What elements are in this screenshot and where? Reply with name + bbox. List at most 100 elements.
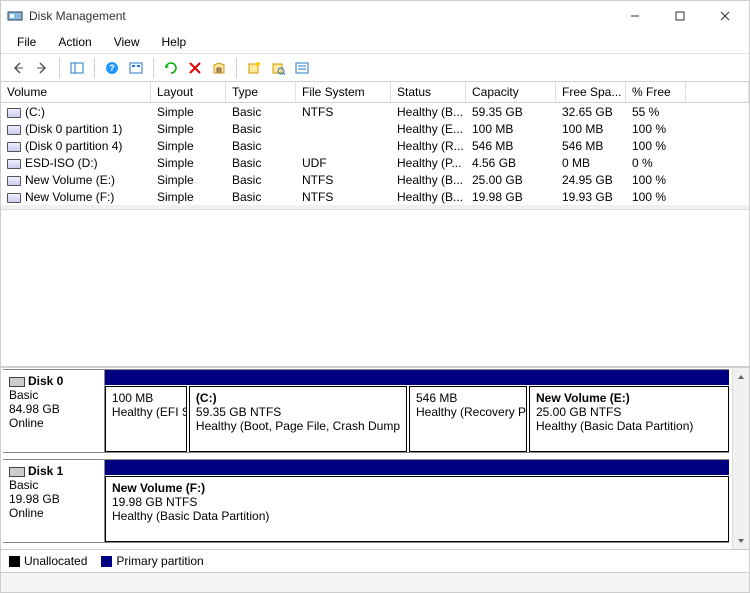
volume-pct: 55 %: [626, 104, 686, 120]
volume-status: Healthy (P...: [391, 155, 466, 171]
volume-pct: 100 %: [626, 172, 686, 188]
drive-icon: [7, 108, 21, 118]
col-filesystem[interactable]: File System: [296, 82, 391, 103]
menu-file[interactable]: File: [7, 33, 46, 51]
volume-free: 100 MB: [556, 121, 626, 137]
volume-row[interactable]: (C:)SimpleBasicNTFSHealthy (B...59.35 GB…: [1, 103, 749, 120]
volume-name: (Disk 0 partition 1): [25, 122, 122, 136]
volume-layout: Simple: [151, 172, 226, 188]
titlebar: Disk Management: [1, 1, 749, 31]
volume-status: Healthy (E...: [391, 121, 466, 137]
volume-list-header: Volume Layout Type File System Status Ca…: [1, 82, 749, 103]
properties-button[interactable]: [208, 57, 230, 79]
volume-free: 19.93 GB: [556, 189, 626, 205]
partition-size: 19.98 GB NTFS: [112, 495, 722, 509]
delete-button[interactable]: [184, 57, 206, 79]
volume-name: New Volume (E:): [25, 173, 115, 187]
volume-capacity: 100 MB: [466, 121, 556, 137]
disk-state: Online: [9, 506, 98, 520]
menu-action[interactable]: Action: [48, 33, 101, 51]
menu-help[interactable]: Help: [152, 33, 197, 51]
volume-capacity: 59.35 GB: [466, 104, 556, 120]
unallocated-swatch: [9, 556, 20, 567]
volume-pct: 0 %: [626, 155, 686, 171]
disk-partitions: New Volume (F:)19.98 GB NTFSHealthy (Bas…: [105, 460, 729, 542]
col-type[interactable]: Type: [226, 82, 296, 103]
forward-button[interactable]: [31, 57, 53, 79]
maximize-button[interactable]: [657, 2, 702, 30]
volume-layout: Simple: [151, 104, 226, 120]
drive-icon: [7, 125, 21, 135]
disk-type: Basic: [9, 478, 98, 492]
find-button[interactable]: [267, 57, 289, 79]
volume-free: 546 MB: [556, 138, 626, 154]
volume-list: Volume Layout Type File System Status Ca…: [1, 82, 749, 209]
volume-type: Basic: [226, 172, 296, 188]
separator: [59, 58, 60, 78]
partition[interactable]: (C:)59.35 GB NTFSHealthy (Boot, Page Fil…: [189, 386, 407, 452]
partition[interactable]: 546 MBHealthy (Recovery P: [409, 386, 527, 452]
volume-row[interactable]: (Disk 0 partition 1)SimpleBasicHealthy (…: [1, 120, 749, 137]
col-volume[interactable]: Volume: [1, 82, 151, 103]
scroll-up-icon[interactable]: [733, 368, 749, 385]
partition-title: New Volume (E:): [536, 391, 722, 405]
disk-name: Disk 0: [28, 374, 63, 388]
drive-icon: [7, 159, 21, 169]
volume-row[interactable]: New Volume (F:)SimpleBasicNTFSHealthy (B…: [1, 188, 749, 205]
partition[interactable]: New Volume (F:)19.98 GB NTFSHealthy (Bas…: [105, 476, 729, 542]
menu-view[interactable]: View: [104, 33, 150, 51]
disk-info[interactable]: Disk 1Basic19.98 GBOnline: [3, 460, 105, 542]
disk-info[interactable]: Disk 0Basic84.98 GBOnline: [3, 370, 105, 452]
refresh-button[interactable]: [125, 57, 147, 79]
partition-status: Healthy (EFI S: [112, 405, 180, 419]
legend-unallocated: Unallocated: [9, 554, 87, 568]
disk-type: Basic: [9, 388, 98, 402]
volume-layout: Simple: [151, 155, 226, 171]
drive-icon: [7, 193, 21, 203]
volume-layout: Simple: [151, 138, 226, 154]
col-pct-free[interactable]: % Free: [626, 82, 686, 103]
legend-primary: Primary partition: [101, 554, 203, 568]
disk-icon: [9, 467, 25, 477]
rescan-button[interactable]: [160, 57, 182, 79]
scrollbar-track[interactable]: [733, 385, 749, 532]
close-button[interactable]: [702, 2, 747, 30]
svg-text:?: ?: [109, 63, 115, 73]
volume-type: Basic: [226, 189, 296, 205]
volume-row[interactable]: New Volume (E:)SimpleBasicNTFSHealthy (B…: [1, 171, 749, 188]
volume-fs: [296, 138, 391, 154]
col-status[interactable]: Status: [391, 82, 466, 103]
volume-layout: Simple: [151, 189, 226, 205]
volume-fs: NTFS: [296, 104, 391, 120]
volume-status: Healthy (B...: [391, 172, 466, 188]
show-hide-tree-button[interactable]: [66, 57, 88, 79]
volume-row[interactable]: ESD-ISO (D:)SimpleBasicUDFHealthy (P...4…: [1, 154, 749, 171]
partition-status: Healthy (Boot, Page File, Crash Dump: [196, 419, 400, 433]
partition[interactable]: New Volume (E:)25.00 GB NTFSHealthy (Bas…: [529, 386, 729, 452]
disk-icon: [9, 377, 25, 387]
partition-status: Healthy (Recovery P: [416, 405, 520, 419]
vertical-scrollbar[interactable]: [732, 368, 749, 549]
volume-capacity: 19.98 GB: [466, 189, 556, 205]
volume-name: New Volume (F:): [25, 190, 114, 204]
partition[interactable]: 100 MBHealthy (EFI S: [105, 386, 187, 452]
statusbar: [1, 572, 749, 592]
settings-button[interactable]: [291, 57, 313, 79]
back-button[interactable]: [7, 57, 29, 79]
volume-name: (C:): [25, 105, 45, 119]
col-layout[interactable]: Layout: [151, 82, 226, 103]
partition-status: Healthy (Basic Data Partition): [536, 419, 722, 433]
scroll-down-icon[interactable]: [733, 532, 749, 549]
window-title: Disk Management: [29, 9, 612, 23]
app-icon: [7, 8, 23, 24]
disk-partitions: 100 MBHealthy (EFI S(C:)59.35 GB NTFSHea…: [105, 370, 729, 452]
volume-row[interactable]: (Disk 0 partition 4)SimpleBasicHealthy (…: [1, 137, 749, 154]
volume-type: Basic: [226, 104, 296, 120]
help-button[interactable]: ?: [101, 57, 123, 79]
new-volume-button[interactable]: [243, 57, 265, 79]
col-free-space[interactable]: Free Spa...: [556, 82, 626, 103]
volume-capacity: 4.56 GB: [466, 155, 556, 171]
col-capacity[interactable]: Capacity: [466, 82, 556, 103]
separator: [94, 58, 95, 78]
minimize-button[interactable]: [612, 2, 657, 30]
